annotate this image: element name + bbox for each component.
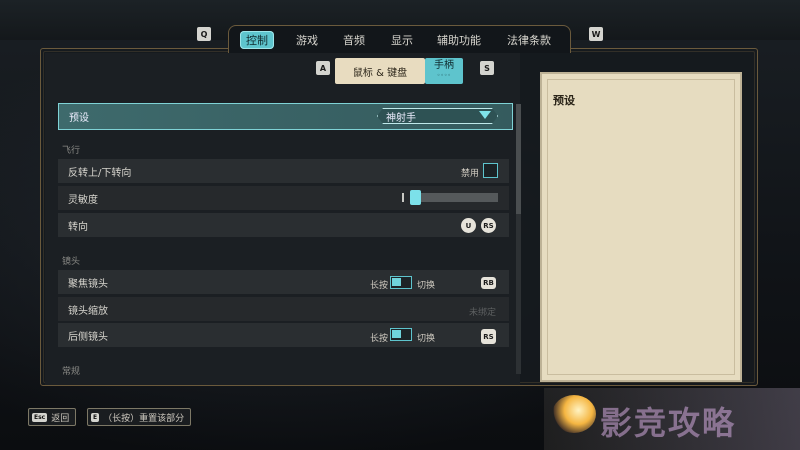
tab-controls[interactable]: 控制 — [240, 31, 274, 49]
steering-label: 转向 — [68, 221, 88, 233]
focus-toggle-switch[interactable] — [390, 276, 412, 289]
rear-camera-label: 后侧镜头 — [68, 331, 108, 343]
invert-checkbox[interactable] — [483, 163, 498, 178]
focus-hold-text: 长按 — [370, 281, 389, 291]
prev-tab-key[interactable]: Q — [197, 27, 211, 41]
invert-steering-row[interactable]: 反转上/下转向 — [58, 159, 509, 183]
focus-camera-label: 聚焦镜头 — [68, 278, 108, 290]
rear-toggle-text: 切换 — [417, 334, 436, 344]
rs-button-icon: RS — [481, 218, 496, 233]
back-button[interactable]: Esc 返回 — [28, 408, 77, 426]
u-button-icon: U — [461, 218, 476, 233]
section-general: 常规 — [62, 367, 81, 377]
tab-display[interactable]: 显示 — [391, 31, 413, 49]
rear-toggle-switch[interactable] — [390, 328, 412, 341]
section-flight: 飞行 — [62, 146, 81, 156]
focus-camera-row[interactable]: 聚焦镜头 — [58, 270, 509, 294]
list-scroll-thumb[interactable] — [516, 104, 521, 214]
subtab-controller-dots: ◦◦◦◦ — [436, 72, 452, 79]
watermark-logo — [552, 395, 596, 433]
e-key-icon: E — [91, 412, 100, 422]
camera-zoom-unbound: 未绑定 — [469, 308, 497, 318]
invert-state-text: 禁用 — [461, 169, 480, 179]
subtab-controller-label: 手柄 — [434, 60, 454, 71]
sensitivity-label: 灵敏度 — [68, 194, 98, 206]
camera-zoom-label: 镜头缩放 — [68, 305, 108, 317]
description-panel — [540, 72, 742, 382]
tab-legal[interactable]: 法律条款 — [507, 31, 551, 49]
description-title: 预设 — [553, 94, 575, 107]
invert-steering-label: 反转上/下转向 — [68, 167, 132, 179]
subtab-controller[interactable]: 手柄 ◦◦◦◦ — [425, 58, 463, 84]
chevron-down-icon[interactable] — [479, 111, 491, 119]
rear-camera-row[interactable]: 后侧镜头 — [58, 323, 509, 347]
next-subtab-key[interactable]: S — [480, 61, 494, 75]
watermark-text: 影竞攻略 — [600, 404, 737, 442]
sensitivity-slider-track[interactable] — [410, 193, 498, 202]
rear-hold-text: 长按 — [370, 334, 389, 344]
camera-zoom-row[interactable]: 镜头缩放 — [58, 297, 509, 321]
prev-subtab-key[interactable]: A — [316, 61, 330, 75]
subtab-mouse-keyboard[interactable]: 鼠标 & 键盘 — [335, 58, 425, 84]
focus-toggle-text: 切换 — [417, 281, 436, 291]
steering-row[interactable]: 转向 — [58, 213, 509, 237]
reset-label: （长按）重置该部分 — [103, 413, 185, 424]
esc-key-icon: Esc — [32, 412, 48, 422]
rb-button-icon: RB — [481, 277, 496, 289]
sensitivity-slider-thumb[interactable] — [410, 190, 421, 205]
rs-press-icon: RS — [481, 329, 496, 344]
tab-accessibility[interactable]: 辅助功能 — [437, 31, 481, 49]
tab-game[interactable]: 游戏 — [296, 31, 318, 49]
tab-audio[interactable]: 音频 — [343, 31, 365, 49]
next-tab-key[interactable]: W — [589, 27, 603, 41]
reset-section-button[interactable]: E （长按）重置该部分 — [87, 408, 192, 426]
slider-tick — [402, 193, 404, 202]
preset-label: 预设 — [69, 113, 89, 124]
back-label: 返回 — [51, 413, 70, 424]
section-camera: 镜头 — [62, 257, 81, 267]
